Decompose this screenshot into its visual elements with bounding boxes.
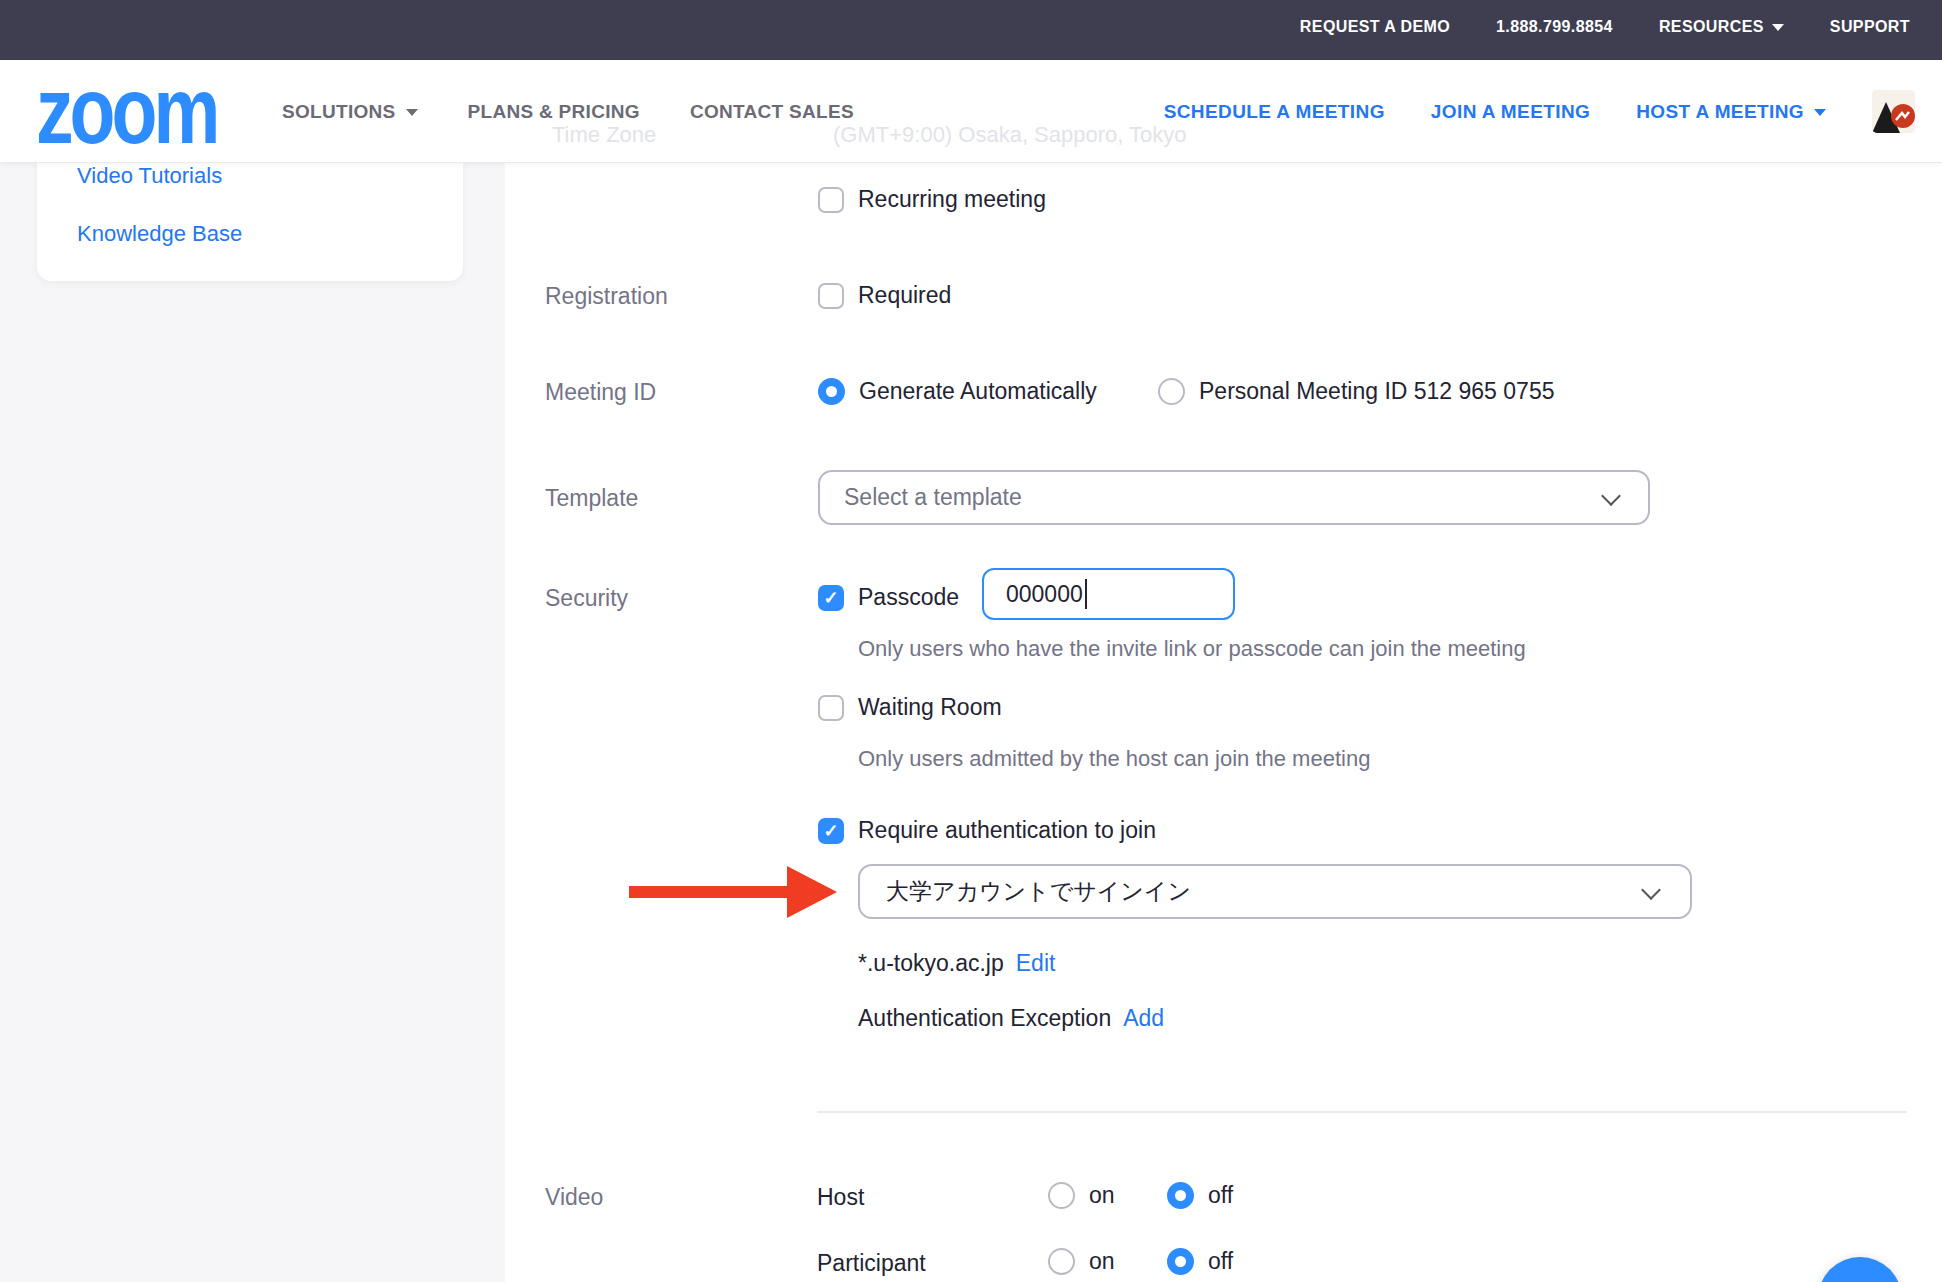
- registration-required-label: Required: [858, 282, 951, 309]
- waiting-room-help-row: Only users admitted by the host can join…: [858, 746, 1370, 772]
- registration-required-checkbox[interactable]: [818, 283, 844, 309]
- waiting-room-checkbox[interactable]: [818, 695, 844, 721]
- template-select-value: Select a template: [844, 484, 1022, 511]
- nav-schedule-meeting[interactable]: SCHEDULE A MEETING: [1164, 101, 1385, 123]
- auth-method-select[interactable]: 大学アカウントでサインイン: [858, 864, 1692, 919]
- video-host-label-row: Host: [817, 1184, 864, 1211]
- require-auth-checkbox[interactable]: ✓: [818, 818, 844, 844]
- video-host-on-radio[interactable]: [1048, 1182, 1075, 1209]
- nav-contact-sales[interactable]: CONTACT SALES: [690, 101, 854, 123]
- request-demo-link[interactable]: REQUEST A DEMO: [1300, 18, 1450, 36]
- zoom-schedule-meeting-page: Video Tutorials Knowledge Base Recurring…: [0, 0, 1942, 1282]
- passcode-checkbox[interactable]: ✓: [818, 585, 844, 611]
- zoom-logo[interactable]: zoom: [36, 88, 216, 134]
- sidebar-link-knowledge-base[interactable]: Knowledge Base: [77, 221, 242, 247]
- video-participant-label: Participant: [817, 1250, 926, 1277]
- video-host-on-option: on: [1048, 1182, 1115, 1209]
- video-host-off-option: off: [1167, 1182, 1233, 1209]
- nav-solutions[interactable]: SOLUTIONS: [282, 101, 418, 123]
- nav-menu: SOLUTIONS PLANS & PRICING CONTACT SALES: [282, 60, 854, 163]
- waiting-room-label: Waiting Room: [858, 694, 1002, 721]
- recurring-meeting-label: Recurring meeting: [858, 186, 1046, 213]
- recurring-meeting-checkbox[interactable]: [818, 187, 844, 213]
- require-auth-label: Require authentication to join: [858, 817, 1156, 844]
- help-chat-button[interactable]: [1818, 1257, 1902, 1282]
- red-arrow-annotation: [627, 865, 839, 919]
- video-label: Video: [545, 1184, 603, 1211]
- meeting-id-generate-label: Generate Automatically: [859, 378, 1097, 405]
- registration-required-row: Required: [818, 282, 951, 309]
- require-auth-row: ✓ Require authentication to join: [818, 817, 1156, 844]
- passcode-input[interactable]: 000000: [982, 568, 1235, 620]
- user-avatar[interactable]: [1872, 90, 1915, 133]
- video-participant-off-label: off: [1208, 1248, 1233, 1275]
- text-cursor: [1085, 579, 1087, 609]
- auth-exception-label: Authentication Exception: [858, 1005, 1111, 1032]
- auth-exception-add-link[interactable]: Add: [1123, 1005, 1164, 1032]
- meeting-id-generate-radio[interactable]: [818, 378, 845, 405]
- waiting-room-help-text: Only users admitted by the host can join…: [858, 746, 1370, 772]
- recurring-meeting-row: Recurring meeting: [818, 186, 1046, 213]
- nav-actions: SCHEDULE A MEETING JOIN A MEETING HOST A…: [1164, 60, 1915, 163]
- resources-menu[interactable]: RESOURCES: [1659, 18, 1784, 36]
- template-label-row: Template: [545, 485, 638, 512]
- passcode-help-text: Only users who have the invite link or p…: [858, 636, 1526, 662]
- passcode-help-row: Only users who have the invite link or p…: [858, 636, 1526, 662]
- meeting-id-pmi-option: Personal Meeting ID 512 965 0755: [1158, 378, 1554, 405]
- auth-domain-row: *.u-tokyo.ac.jp Edit: [858, 950, 1055, 977]
- phone-number[interactable]: 1.888.799.8854: [1496, 18, 1613, 36]
- top-utility-bar: REQUEST A DEMO 1.888.799.8854 RESOURCES …: [0, 0, 1942, 60]
- video-participant-on-radio[interactable]: [1048, 1248, 1075, 1275]
- ghost-timezone-value: (GMT+9:00) Osaka, Sapporo, Tokyo: [833, 122, 1187, 148]
- video-host-label: Host: [817, 1184, 864, 1211]
- security-label: Security: [545, 585, 628, 612]
- video-participant-off-option: off: [1167, 1248, 1233, 1275]
- chevron-down-icon: [406, 109, 418, 116]
- support-link[interactable]: SUPPORT: [1830, 18, 1910, 36]
- video-host-off-radio[interactable]: [1167, 1182, 1194, 1209]
- template-label: Template: [545, 485, 638, 512]
- chevron-down-icon: [1601, 486, 1621, 506]
- meeting-id-pmi-radio[interactable]: [1158, 378, 1185, 405]
- chevron-down-icon: [1641, 880, 1661, 900]
- auth-method-value: 大学アカウントでサインイン: [886, 876, 1191, 907]
- video-host-on-label: on: [1089, 1182, 1115, 1209]
- video-host-off-label: off: [1208, 1182, 1233, 1209]
- chevron-down-icon: [1772, 24, 1784, 31]
- video-label-row: Video: [545, 1184, 603, 1211]
- passcode-row: ✓ Passcode: [818, 584, 959, 611]
- template-select[interactable]: Select a template: [818, 470, 1650, 525]
- auth-domain-value: *.u-tokyo.ac.jp: [858, 950, 1004, 977]
- auth-domain-edit-link[interactable]: Edit: [1016, 950, 1056, 977]
- nav-join-meeting[interactable]: JOIN A MEETING: [1431, 101, 1590, 123]
- meeting-id-label: Meeting ID: [545, 379, 656, 406]
- chevron-down-icon: [1814, 109, 1826, 116]
- sidebar-link-video-tutorials[interactable]: Video Tutorials: [77, 163, 222, 189]
- video-participant-off-radio[interactable]: [1167, 1248, 1194, 1275]
- video-participant-on-option: on: [1048, 1248, 1115, 1275]
- passcode-value: 000000: [1006, 581, 1083, 608]
- avatar-image: [1872, 90, 1915, 133]
- registration-label: Registration: [545, 283, 668, 310]
- meeting-id-label-row: Meeting ID: [545, 379, 656, 406]
- auth-exception-row: Authentication Exception Add: [858, 1005, 1164, 1032]
- main-navbar: Time Zone (GMT+9:00) Osaka, Sapporo, Tok…: [0, 60, 1942, 163]
- security-label-row: Security: [545, 585, 628, 612]
- nav-host-meeting[interactable]: HOST A MEETING: [1636, 101, 1826, 123]
- waiting-room-row: Waiting Room: [818, 694, 1002, 721]
- section-divider: [817, 1111, 1907, 1113]
- meeting-id-pmi-label: Personal Meeting ID 512 965 0755: [1199, 378, 1554, 405]
- passcode-label: Passcode: [858, 584, 959, 611]
- registration-label-row: Registration: [545, 283, 668, 310]
- nav-plans-pricing[interactable]: PLANS & PRICING: [468, 101, 640, 123]
- video-participant-on-label: on: [1089, 1248, 1115, 1275]
- video-participant-label-row: Participant: [817, 1250, 926, 1277]
- meeting-id-generate-option: Generate Automatically: [818, 378, 1097, 405]
